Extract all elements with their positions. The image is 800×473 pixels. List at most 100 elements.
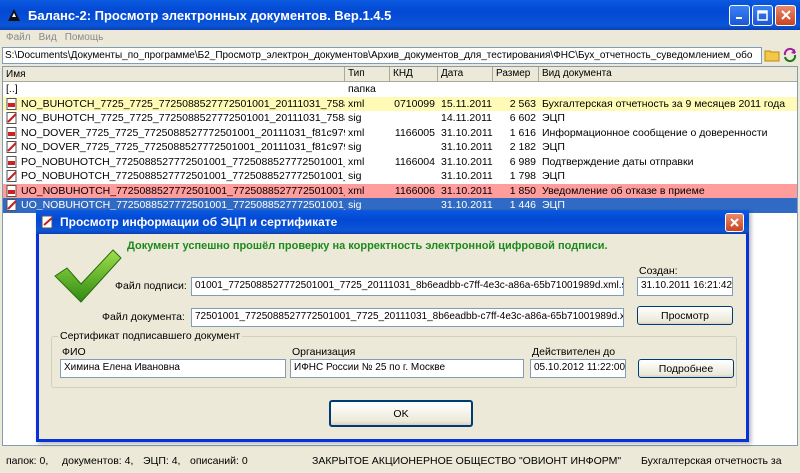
maximize-icon [757,9,768,21]
cell-text: Уведомление об отказе в приеме [542,184,705,197]
cell-type: xml [345,127,390,139]
cell-text: NO_BUHOTCH_7725_7725_7725088527772501001… [21,112,345,125]
menu-file[interactable]: Файл [6,32,31,43]
cell-desc: Подтверждение даты отправки [539,156,797,168]
signature-file-icon [6,170,17,183]
minimize-icon [735,17,742,19]
menu-help[interactable]: Помощь [65,32,104,43]
org-field[interactable]: ИФНС России № 25 по г. Москве [290,359,524,378]
status-folders: папок: 0, [6,454,49,467]
cell-knd: 1166004 [390,156,438,168]
cell-text: sig [348,112,362,125]
cell-knd: 1166005 [390,127,438,139]
created-field[interactable]: 31.10.2011 16:21:42 [637,277,733,296]
cell-size: 1 616 [493,127,539,139]
cell-size: 1 798 [493,170,539,182]
cell-type: xml [345,98,390,110]
cell-name: NO_DOVER_7725_7725_7725088527772501001_2… [3,126,345,139]
cell-size: 2 563 [493,98,539,110]
view-button[interactable]: Просмотр [637,306,733,325]
table-row[interactable]: NO_DOVER_7725_7725_7725088527772501001_2… [3,140,797,155]
cell-date: 31.10.2011 [438,185,493,197]
valid-until-label: Действителен до [532,346,616,358]
window-titlebar[interactable]: Баланс-2: Просмотр электронных документо… [0,0,800,30]
signature-dialog: Просмотр информации об ЭЦП и сертификате… [36,210,749,442]
doc-file-field[interactable]: 72501001_7725088527772501001_7725_201110… [191,308,624,327]
cell-name: UO_NOBUHOTCH_7725088527772501001_7725088… [3,184,345,197]
cell-text: ЭЦП [542,170,565,183]
col-name[interactable]: Имя [3,67,345,81]
cell-name: NO_BUHOTCH_7725_7725_7725088527772501001… [3,97,345,110]
minimize-button[interactable] [729,4,750,26]
fio-field[interactable]: Химина Елена Ивановна [60,359,286,378]
cell-desc: ЭЦП [539,112,797,124]
close-icon [730,217,739,227]
valid-until-field[interactable]: 05.10.2012 11:22:00 [530,359,626,378]
cell-date: 15.11.2011 [438,98,493,110]
table-row[interactable]: UO_NOBUHOTCH_7725088527772501001_7725088… [3,183,797,198]
cell-text: 14.11.2011 [441,112,492,125]
folder-icon[interactable] [764,47,780,63]
cell-text: 31.10.2011 [441,155,493,168]
cell-text: Бухгалтерская отчетность за 9 месяцев 20… [542,97,786,110]
app-icon [8,9,20,21]
cell-text: 6 602 [509,112,536,125]
cell-name: NO_DOVER_7725_7725_7725088527772501001_2… [3,141,345,154]
cell-type: sig [345,170,390,182]
cell-text: 1166004 [394,155,435,168]
cell-text: NO_DOVER_7725_7725_7725088527772501001_2… [21,126,345,139]
maximize-button[interactable] [752,4,773,26]
table-row[interactable]: NO_DOVER_7725_7725_7725088527772501001_2… [3,126,797,141]
cell-text: xml [348,126,365,139]
cell-text: NO_BUHOTCH_7725_7725_7725088527772501001… [21,97,345,110]
signature-file-icon [6,199,17,212]
cell-desc: Уведомление об отказе в приеме [539,185,797,197]
refresh-icon[interactable] [782,47,798,63]
table-row[interactable]: PO_NOBUHOTCH_7725088527772501001_7725088… [3,169,797,184]
path-input[interactable] [2,46,762,64]
col-size[interactable]: Размер [493,67,539,81]
dialog-titlebar[interactable]: Просмотр информации об ЭЦП и сертификате [36,210,749,234]
status-sigs: ЭЦП: 4, [143,454,181,467]
cell-text: sig [348,170,362,183]
status-descs: описаний: 0 [190,454,248,467]
cell-text: Подтверждение даты отправки [542,155,694,168]
col-knd[interactable]: КНД [390,67,438,81]
cell-text: 1 850 [509,184,536,197]
cell-text: xml [348,184,365,197]
path-bar [2,46,798,64]
cell-date: 14.11.2011 [438,112,493,124]
file-list-header: Имя Тип КНД Дата Размер Вид документа [3,67,797,82]
cell-text: 1 616 [509,126,536,139]
close-button[interactable] [775,4,796,26]
table-row[interactable]: NO_BUHOTCH_7725_7725_7725088527772501001… [3,111,797,126]
status-company: ЗАКРЫТОЕ АКЦИОНЕРНОЕ ОБЩЕСТВО "ОВИОНТ ИН… [312,454,622,467]
status-docs: документов: 4, [62,454,134,467]
cell-text: PO_NOBUHOTCH_7725088527772501001_7725088… [21,170,345,183]
cell-text: NO_DOVER_7725_7725_7725088527772501001_2… [21,141,345,154]
dialog-close-button[interactable] [725,212,744,232]
cell-type: sig [345,112,390,124]
table-row[interactable]: NO_BUHOTCH_7725_7725_7725088527772501001… [3,96,797,111]
certificate-group-title: Сертификат подписавшего документ [58,330,243,342]
doc-file-label: Файл документа: [102,311,185,323]
menu-view[interactable]: Вид [39,32,57,43]
cell-desc: Информационное сообщение о доверенности [539,127,797,139]
cell-text: UO_NOBUHOTCH_7725088527772501001_7725088… [21,184,345,197]
table-row[interactable]: [..] папка [3,82,797,97]
cell-text: xml [348,155,365,168]
fio-label: ФИО [62,346,86,358]
cell-text: ЭЦП [542,141,565,154]
details-button[interactable]: Подробнее [638,359,734,378]
sig-file-field[interactable]: 01001_7725088527772501001_7725_20111031_… [191,277,624,296]
ok-button[interactable]: OK [329,400,473,427]
cell-size: 1 850 [493,185,539,197]
cell-desc: ЭЦП [539,141,797,153]
cell-text: папка [348,83,376,96]
col-type[interactable]: Тип [345,67,390,81]
col-desc[interactable]: Вид документа [539,67,797,81]
table-row[interactable]: PO_NOBUHOTCH_7725088527772501001_7725088… [3,155,797,170]
dialog-title: Просмотр информации об ЭЦП и сертификате [60,215,338,229]
signature-file-icon [6,112,17,125]
col-date[interactable]: Дата [438,67,493,81]
